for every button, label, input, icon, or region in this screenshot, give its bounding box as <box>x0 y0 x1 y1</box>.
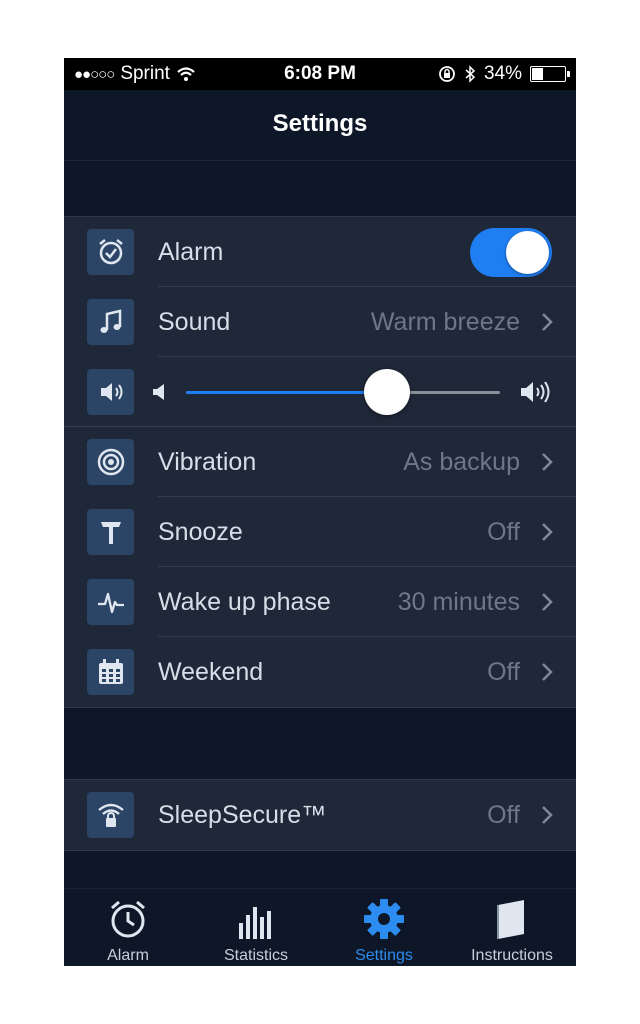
battery-icon <box>530 66 570 82</box>
sleep-secure-value: Off <box>487 801 520 829</box>
alarm-settings-group: Alarm Sound Warm breeze Vibration As bac… <box>64 216 576 708</box>
tab-bar: Alarm Statistics Settings Instructions <box>64 888 576 966</box>
volume-slider-thumb[interactable] <box>363 369 410 415</box>
navigation-bar: Settings <box>64 90 576 161</box>
hammer-icon <box>87 509 134 555</box>
alarm-clock-icon <box>111 900 145 938</box>
weekend-value: Off <box>487 658 520 686</box>
volume-track[interactable] <box>186 391 500 394</box>
sound-value: Warm breeze <box>370 308 520 336</box>
sleep-secure-label: SleepSecure™ <box>158 801 327 829</box>
toggle-knob <box>506 231 549 274</box>
calendar-icon <box>87 649 134 695</box>
wake-up-phase-value: 30 minutes <box>397 588 520 616</box>
wake-up-phase-row[interactable]: Wake up phase 30 minutes <box>64 567 576 637</box>
tab-alarm[interactable]: Alarm <box>64 889 192 966</box>
chevron-right-icon <box>542 523 553 541</box>
sleep-secure-row[interactable]: SleepSecure™ Off <box>64 780 576 850</box>
heartbeat-wave-icon <box>87 579 134 625</box>
tab-alarm-label: Alarm <box>107 947 149 964</box>
tab-instructions-label: Instructions <box>471 947 553 964</box>
book-icon <box>497 900 524 939</box>
tab-statistics[interactable]: Statistics <box>192 889 320 966</box>
alarm-row: Alarm <box>64 217 576 287</box>
vibration-label: Vibration <box>158 448 257 476</box>
chevron-right-icon <box>542 593 553 611</box>
page-title: Settings <box>272 110 368 137</box>
phone-screen: ●●○○○ Sprint 6:08 PM 34% Settings Alarm … <box>64 58 576 966</box>
wifi-lock-icon <box>87 792 134 838</box>
wake-up-phase-label: Wake up phase <box>158 588 331 616</box>
volume-row <box>64 357 576 427</box>
volume-fill <box>186 391 387 394</box>
volume-low-icon <box>153 384 164 400</box>
snooze-label: Snooze <box>158 518 243 546</box>
tab-statistics-label: Statistics <box>223 947 288 964</box>
rotation-lock-icon <box>439 66 455 82</box>
vibration-target-icon <box>87 439 134 485</box>
sound-row[interactable]: Sound Warm breeze <box>64 287 576 357</box>
bluetooth-icon <box>465 65 476 83</box>
tab-settings-label: Settings <box>355 947 413 964</box>
music-note-icon <box>87 299 134 345</box>
vibration-value: As backup <box>403 448 520 476</box>
speaker-icon <box>87 369 134 415</box>
gear-icon <box>364 899 404 939</box>
chevron-right-icon <box>542 663 553 681</box>
snooze-row[interactable]: Snooze Off <box>64 497 576 567</box>
chevron-right-icon <box>542 806 553 824</box>
volume-high-icon <box>521 381 550 403</box>
alarm-label: Alarm <box>158 238 224 266</box>
alarm-toggle[interactable] <box>470 228 552 277</box>
tab-settings[interactable]: Settings <box>320 889 448 966</box>
sleep-secure-group: SleepSecure™ Off <box>64 779 576 851</box>
tab-instructions[interactable]: Instructions <box>448 889 576 966</box>
weekend-label: Weekend <box>158 658 264 686</box>
snooze-value: Off <box>487 518 520 546</box>
sound-label: Sound <box>158 308 231 336</box>
statistics-bars-icon <box>239 907 271 939</box>
weekend-row[interactable]: Weekend Off <box>64 637 576 707</box>
battery-percent: 34% <box>483 63 522 84</box>
status-bar: ●●○○○ Sprint 6:08 PM 34% <box>64 58 576 90</box>
alarm-clock-icon <box>87 229 134 275</box>
chevron-right-icon <box>542 313 553 331</box>
chevron-right-icon <box>542 453 553 471</box>
vibration-row[interactable]: Vibration As backup <box>64 427 576 497</box>
